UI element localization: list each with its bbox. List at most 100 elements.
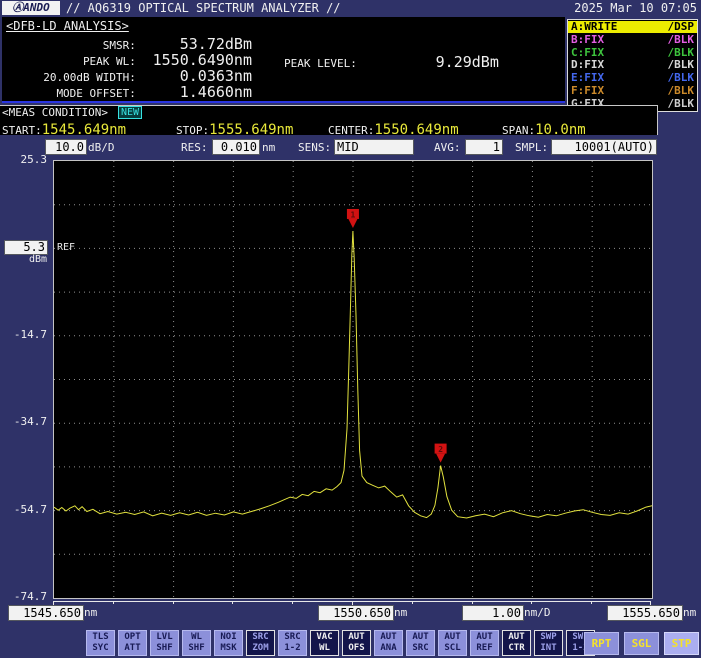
y-axis-tick-label: -34.7 [14, 415, 47, 428]
sensitivity-label: SENS: [298, 141, 331, 154]
softkey-vac-wl[interactable]: VACWL [310, 630, 339, 656]
trace-row-c[interactable]: C:FIX/BLK [568, 47, 697, 59]
softkey-line2: SCL [439, 643, 466, 654]
start-wavelength-box[interactable]: 1545.650 [8, 605, 84, 621]
meas-field-value: 1545.649nm [42, 122, 126, 138]
analysis-row-value: 1.4660nm [136, 83, 252, 101]
softkey-line1: NOI [215, 632, 242, 643]
ref-level-box[interactable]: 5.3 [4, 240, 48, 255]
mode-button-stp[interactable]: STP [664, 632, 699, 655]
trace-row-a[interactable]: A:WRITE/DSP [568, 21, 697, 33]
trace-display-mode: /BLK [668, 47, 695, 59]
softkey-line2: SHF [151, 643, 178, 654]
sensitivity-input[interactable]: MID [334, 139, 414, 155]
spectrum-plot-area: 12 REF [53, 160, 653, 599]
softkey-aut-ofs[interactable]: AUTOFS [342, 630, 371, 656]
scale-per-div-unit: nm/D [524, 606, 551, 619]
ando-circle-icon: Ⓐ [12, 1, 23, 14]
analysis-results-list: SMSR:53.72dBmPEAK WL:1550.6490nm20.00dB … [2, 35, 252, 99]
softkey-aut-src[interactable]: AUTSRC [406, 630, 435, 656]
resolution-input[interactable]: 0.010 [212, 139, 260, 155]
y-axis-tick-label: -74.7 [14, 590, 47, 603]
analysis-row-label: PEAK WL: [2, 55, 136, 68]
softkey-src-zom[interactable]: SRCZOM [246, 630, 275, 656]
mode-button-rpt[interactable]: RPT [584, 632, 619, 655]
center-wavelength-box[interactable]: 1550.650 [318, 605, 394, 621]
level-scale-unit: dB/D [88, 141, 115, 154]
softkey-src-1-2[interactable]: SRC1-2 [278, 630, 307, 656]
datetime-display: 2025 Mar 10 07:05 [574, 1, 697, 16]
softkey-line1: SRC [247, 632, 274, 643]
level-scale-input[interactable]: 10.0 [45, 139, 87, 155]
softkey-tls-syc[interactable]: TLSSYC [86, 630, 115, 656]
trace-row-b[interactable]: B:FIX/BLK [568, 34, 697, 46]
meas-field-value: 10.0nm [535, 122, 586, 138]
softkey-opt-att[interactable]: OPTATT [118, 630, 147, 656]
resolution-label: RES: [181, 141, 208, 154]
center-wavelength-unit: nm [394, 606, 407, 619]
softkey-lvl-shf[interactable]: LVLSHF [150, 630, 179, 656]
trace-row-d[interactable]: D:FIX/BLK [568, 59, 697, 71]
softkey-line2: SRC [407, 643, 434, 654]
x-axis-readouts: 1545.650 nm 1550.650 nm 1.00 nm/D 1555.6… [0, 604, 701, 620]
softkey-line2: ZOM [247, 643, 274, 654]
trace-display-mode: /BLK [668, 98, 695, 110]
new-condition-badge: NEW [118, 106, 142, 119]
analysis-row: MODE OFFSET:1.4660nm [2, 83, 252, 99]
sampling-input[interactable]: 10001(AUTO) [551, 139, 657, 155]
softkey-toolbar: TLSSYCOPTATTLVLSHFWLSHFNOIMSKSRCZOMSRC1-… [86, 630, 595, 656]
page-title: // AQ6319 OPTICAL SPECTRUM ANALYZER // [66, 1, 341, 16]
softkey-wl-shf[interactable]: WLSHF [182, 630, 211, 656]
softkey-noi-msk[interactable]: NOIMSK [214, 630, 243, 656]
analysis-row: PEAK WL:1550.6490nm [2, 51, 252, 67]
softkey-line1: AUT [407, 632, 434, 643]
softkey-aut-ref[interactable]: AUTREF [470, 630, 499, 656]
scale-per-div-box[interactable]: 1.00 [462, 605, 524, 621]
ref-level-unit: dBm [29, 254, 47, 265]
trace-name: E:FIX [571, 72, 604, 84]
softkey-aut-scl[interactable]: AUTSCL [438, 630, 467, 656]
y-axis-tick-label: 25.3 [21, 153, 48, 166]
stop-wavelength-unit: nm [683, 606, 696, 619]
softkey-line1: SWP [535, 632, 562, 643]
ando-logo: ⒶANDO [2, 1, 60, 15]
start-wavelength-unit: nm [84, 606, 97, 619]
average-label: AVG: [434, 141, 461, 154]
stop-wavelength-box[interactable]: 1555.650 [607, 605, 683, 621]
mode-button-sgl[interactable]: SGL [624, 632, 659, 655]
y-axis-tick-label: -54.7 [14, 503, 47, 516]
trace-row-e[interactable]: E:FIX/BLK [568, 72, 697, 84]
softkey-line1: AUT [343, 632, 370, 643]
trace-row-f[interactable]: F:FIX/BLK [568, 85, 697, 97]
softkey-line1: OPT [119, 632, 146, 643]
softkey-line2: WL [311, 643, 338, 654]
peak-level-label: PEAK LEVEL: [284, 57, 357, 70]
y-axis-labels: 25.35.3dBm-14.7-34.7-54.7-74.7 [0, 160, 52, 597]
average-input[interactable]: 1 [465, 139, 503, 155]
softkey-aut-ctr[interactable]: AUTCTR [502, 630, 531, 656]
softkey-line2: INT [535, 643, 562, 654]
analysis-row-label: SMSR: [2, 39, 136, 52]
meas-field-label: SPAN: [502, 124, 535, 137]
softkey-swp-int[interactable]: SWPINT [534, 630, 563, 656]
softkey-line1: AUT [375, 632, 402, 643]
sweep-mode-buttons: RPTSGLSTP [584, 632, 699, 655]
softkey-line1: VAC [311, 632, 338, 643]
meas-field-label: CENTER: [328, 124, 374, 137]
peak-marker-2: 2 [438, 445, 443, 454]
trace-display-mode: /BLK [668, 72, 695, 84]
softkey-line1: WL [183, 632, 210, 643]
softkey-line1: TLS [87, 632, 114, 643]
peak-marker-1: 1 [351, 210, 356, 219]
ando-logo-text: ANDO [23, 1, 50, 14]
resolution-unit: nm [262, 141, 275, 154]
dfb-ld-analysis-panel: <DFB-LD ANALYSIS> SMSR:53.72dBmPEAK WL:1… [2, 17, 565, 103]
analysis-row-label: 20.00dB WIDTH: [2, 71, 136, 84]
sweep-settings-row: 10.0 dB/D RES: 0.010 nm SENS: MID AVG: 1… [0, 138, 701, 157]
softkey-aut-ana[interactable]: AUTANA [374, 630, 403, 656]
sampling-label: SMPL: [515, 141, 548, 154]
peak-level-value: 9.29dBm [389, 53, 499, 71]
meas-field: SPAN:10.0nm [502, 119, 586, 138]
meas-condition-heading: <MEAS CONDITION> [2, 106, 108, 119]
softkey-line2: CTR [503, 643, 530, 654]
